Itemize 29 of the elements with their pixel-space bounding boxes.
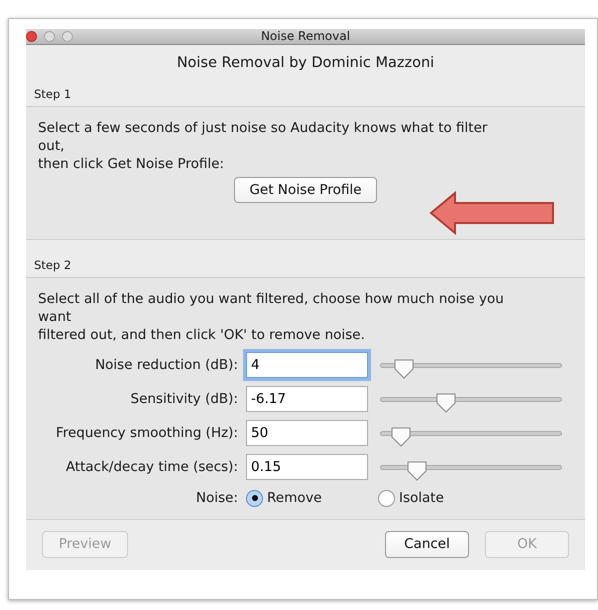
arrow-icon [429,191,555,235]
slider-thumb[interactable] [393,358,416,380]
radio-button[interactable] [246,490,263,507]
input-field[interactable]: 4 [246,352,368,378]
section-label: Step 1 [33,86,72,103]
window-title: Noise Removal [260,29,350,43]
window-control-icon[interactable] [44,31,55,42]
input-field[interactable]: -6.17 [246,386,368,412]
radio-label: Remove [267,489,322,508]
field-label: Frequency smoothing (Hz): [54,424,239,444]
radio-label: Isolate [399,489,444,508]
slider-thumb[interactable] [406,460,428,482]
instructions: Select all of the audio you want filtered, choose how much noise you want filtered out, and then click 'OK' to remove noise. [38,290,505,344]
field-label: Attack/decay time (secs): [64,458,239,478]
field-label: Noise: [195,489,239,508]
field-label: Noise reduction (dB): [94,356,239,376]
get-noise-profile-button[interactable]: Get Noise Profile [234,177,377,204]
section-label: Step 2 [33,257,72,274]
field-label: Sensitivity (dB): [130,390,239,410]
window-control-icon[interactable] [26,31,37,42]
radio-button[interactable] [378,490,395,507]
instructions: Select a few seconds of just noise so Audacity knows what to filter out, then click Get Noise Profile: [38,119,488,173]
window-control-icon[interactable] [62,31,73,42]
input-field[interactable]: 50 [246,420,368,446]
dialog-button[interactable]: Cancel [385,531,469,558]
input-field[interactable]: 0.15 [246,454,368,480]
dialog-heading: Noise Removal by Dominic Mazzoni [176,54,436,73]
slider-thumb[interactable] [434,392,457,414]
slider-thumb[interactable] [390,426,412,448]
